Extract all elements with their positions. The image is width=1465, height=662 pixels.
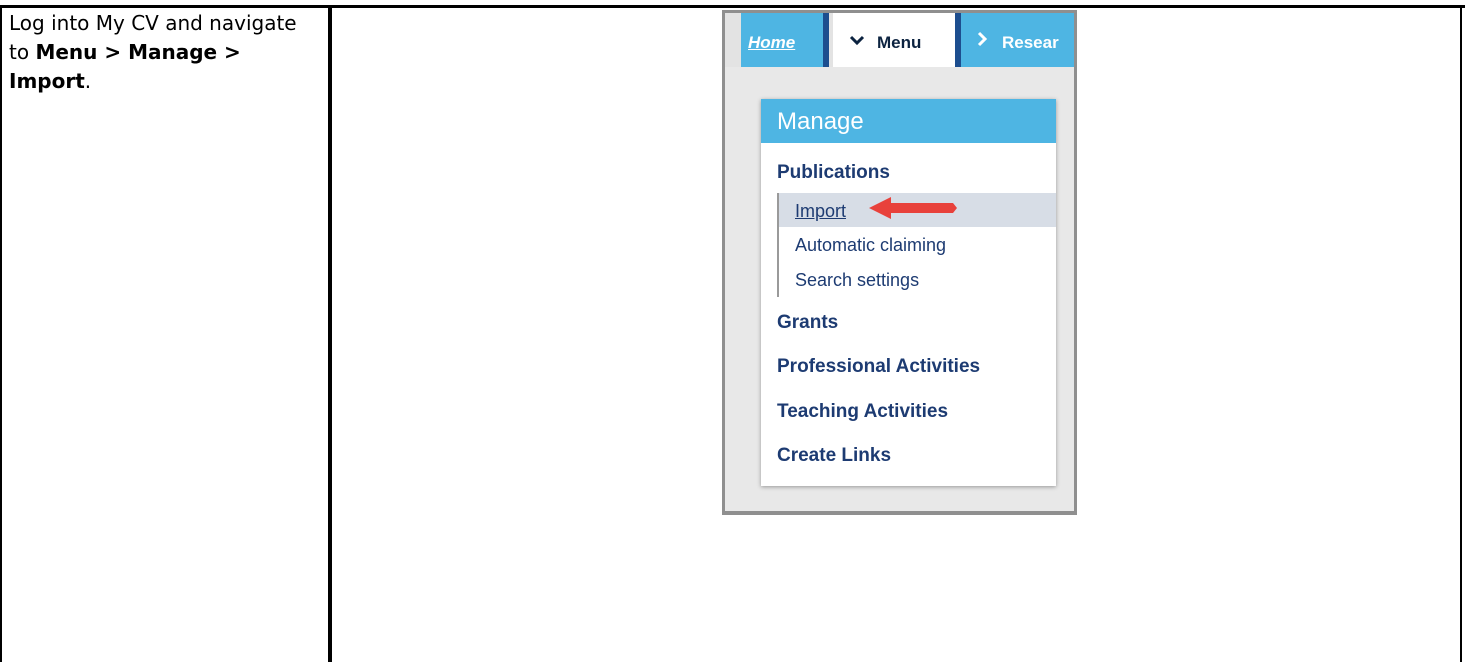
chevron-right-icon (976, 31, 988, 52)
instruction-period: . (84, 69, 92, 93)
tab-home[interactable]: Home (741, 13, 823, 67)
submenu-item-import[interactable]: Import (795, 201, 846, 222)
tab-separator (823, 13, 829, 67)
instruction-menu-path: Menu > Manage > Import (9, 40, 241, 93)
tab-research-label: Resear (1002, 33, 1059, 52)
menu-item-teaching-activities[interactable]: Teaching Activities (777, 401, 948, 423)
chevron-down-icon (849, 33, 865, 51)
menu-item-professional-activities[interactable]: Professional Activities (777, 356, 980, 378)
tab-menu-label: Menu (877, 33, 922, 52)
tab-menu[interactable]: Menu (833, 13, 955, 67)
menu-item-publications[interactable]: Publications (777, 162, 890, 184)
table-column-divider (328, 5, 332, 662)
manage-panel-title: Manage (777, 108, 864, 135)
menu-item-create-links[interactable]: Create Links (777, 445, 891, 467)
manage-dropdown-panel: Manage Publications Import Automatic cla… (761, 99, 1056, 486)
submenu-item-search-settings[interactable]: Search settings (795, 270, 919, 291)
table-right-border (1460, 5, 1462, 662)
manage-panel-header: Manage (761, 99, 1056, 143)
table-top-border (0, 5, 1465, 8)
instruction-text: Log into My CV and navigate to Menu > Ma… (9, 9, 309, 96)
menu-item-grants[interactable]: Grants (777, 312, 838, 334)
submenu-border (777, 193, 779, 297)
tab-bar: Home Menu Resear (725, 13, 1074, 67)
screenshot-content: Home Menu Resear Manage Publications Imp… (725, 13, 1074, 511)
red-arrow-icon (869, 197, 957, 219)
tab-research[interactable]: Resear (961, 13, 1074, 67)
tab-home-label[interactable]: Home (748, 33, 795, 53)
submenu-item-automatic-claiming[interactable]: Automatic claiming (795, 235, 946, 256)
screenshot-frame: Home Menu Resear Manage Publications Imp… (722, 10, 1077, 515)
table-left-border (0, 5, 2, 662)
